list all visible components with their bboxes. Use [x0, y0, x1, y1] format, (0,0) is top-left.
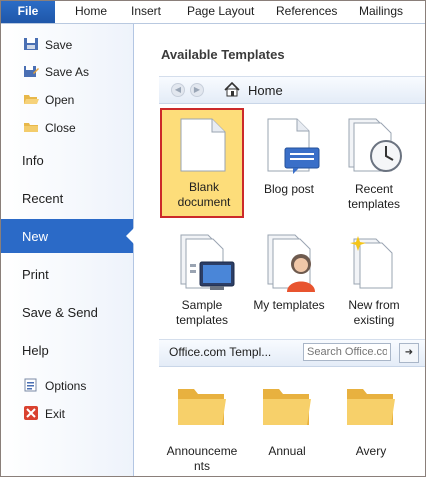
folder-icon	[347, 389, 395, 425]
nav-info-label: Info	[22, 153, 44, 168]
search-office-input[interactable]	[303, 343, 391, 361]
template-label: templates	[347, 197, 401, 211]
templates-panel: Available Templates ◀ ▶ Home Blank docum…	[134, 24, 425, 476]
nav-new-label: New	[22, 229, 49, 244]
template-recent[interactable]: Recent templates	[332, 108, 416, 218]
template-navbar: ◀ ▶ Home	[159, 76, 425, 104]
folder-avery[interactable]: Avery	[329, 381, 413, 476]
nav-recent[interactable]: Recent	[1, 181, 133, 215]
sample-templates-icon	[180, 234, 235, 290]
nav-help-label: Help	[22, 343, 49, 358]
folder-label: Avery	[355, 444, 387, 458]
close-folder-icon	[24, 123, 38, 132]
blank-document-icon	[180, 118, 226, 172]
recent-templates-icon	[348, 118, 402, 172]
nav-print[interactable]: Print	[1, 257, 133, 291]
folder-announcements[interactable]: Announceme nts	[160, 381, 244, 476]
options-icon	[24, 378, 37, 392]
folder-label: nts	[193, 459, 210, 473]
exit-icon	[24, 406, 38, 420]
nav-close[interactable]: Close	[1, 114, 133, 140]
blog-post-icon	[267, 118, 320, 174]
template-new-from-existing[interactable]: New from existing	[332, 224, 416, 334]
nav-save-as[interactable]: Save As	[1, 58, 133, 84]
forward-arrow-icon[interactable]: ▶	[190, 83, 204, 97]
tab-mailings[interactable]: Mailings	[359, 1, 403, 23]
template-my-templates[interactable]: My templates	[247, 224, 331, 334]
template-label: templates	[175, 313, 229, 327]
template-blank-document[interactable]: Blank document	[160, 108, 244, 218]
nav-new[interactable]: New	[1, 219, 134, 253]
template-label: Blog post	[263, 182, 315, 196]
folder-annual[interactable]: Annual	[245, 381, 329, 476]
template-label: Sample	[181, 298, 223, 312]
breadcrumb-home[interactable]: Home	[248, 83, 283, 98]
nav-exit-label: Exit	[45, 407, 66, 421]
template-sample[interactable]: Sample templates	[160, 224, 244, 334]
backstage-nav: Save Save As Open Close Info Recent New …	[1, 24, 134, 476]
template-label: New from	[348, 298, 400, 312]
nav-help[interactable]: Help	[1, 333, 133, 367]
tab-insert[interactable]: Insert	[131, 1, 161, 23]
folder-icon	[263, 389, 311, 425]
nav-open-label: Open	[45, 93, 75, 107]
nav-save-send[interactable]: Save & Send	[1, 295, 133, 329]
save-as-icon	[24, 66, 39, 77]
office-templates-bar: Office.com Templ... ➜	[159, 339, 425, 367]
tab-references[interactable]: References	[276, 1, 337, 23]
nav-options-label: Options	[45, 379, 87, 393]
tab-home[interactable]: Home	[75, 1, 107, 23]
nav-close-label: Close	[45, 121, 76, 135]
tab-page-layout[interactable]: Page Layout	[187, 1, 254, 23]
nav-recent-label: Recent	[22, 191, 64, 206]
nav-save-send-label: Save & Send	[22, 305, 98, 320]
nav-info[interactable]: Info	[1, 143, 133, 177]
ribbon-tabs: File Home Insert Page Layout References …	[1, 1, 425, 24]
home-icon[interactable]	[224, 82, 240, 97]
nav-open[interactable]: Open	[1, 86, 133, 112]
template-blog-post[interactable]: Blog post	[247, 108, 331, 218]
nav-options[interactable]: Options	[1, 372, 133, 398]
search-arrow-icon[interactable]: ➜	[399, 343, 419, 363]
nav-save[interactable]: Save	[1, 31, 133, 57]
nav-save-as-label: Save As	[45, 65, 90, 79]
template-label: existing	[353, 313, 395, 327]
template-label: document	[177, 195, 231, 209]
save-icon	[24, 38, 38, 50]
template-label: Blank	[188, 180, 220, 194]
open-folder-icon	[24, 95, 39, 104]
backstage-window: File Home Insert Page Layout References …	[0, 0, 426, 477]
new-from-existing-icon	[350, 236, 393, 289]
nav-exit[interactable]: Exit	[1, 400, 133, 426]
office-templates-label: Office.com Templ...	[169, 345, 272, 359]
nav-save-label: Save	[45, 38, 73, 52]
folder-label: Announceme	[166, 444, 238, 458]
my-templates-icon	[267, 234, 315, 292]
nav-print-label: Print	[22, 267, 49, 282]
template-label: My templates	[253, 298, 325, 312]
template-label: Recent	[354, 182, 394, 196]
page-title: Available Templates	[161, 47, 285, 62]
folder-label: Annual	[268, 444, 306, 458]
back-arrow-icon[interactable]: ◀	[171, 83, 185, 97]
folder-icon	[178, 389, 226, 425]
tab-file[interactable]: File	[1, 1, 55, 23]
